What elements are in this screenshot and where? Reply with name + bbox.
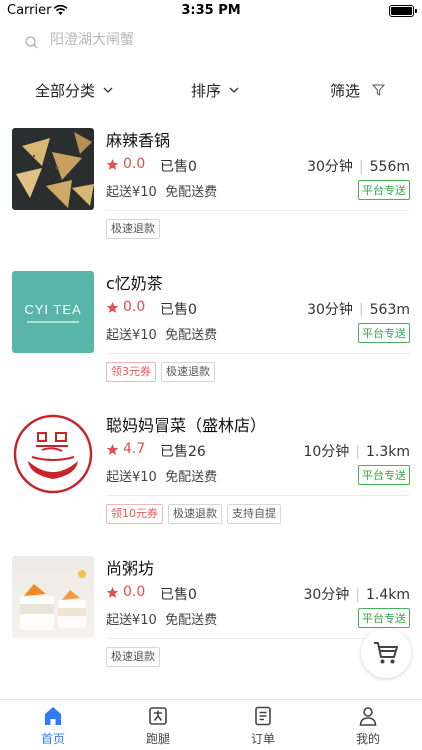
delivery-time: 30分钟 <box>307 159 353 175</box>
sort-filter[interactable]: 排序 <box>191 76 239 104</box>
category-filter-label: 全部分类 <box>35 81 96 100</box>
platform-delivery-badge: 平台专送 <box>358 608 410 628</box>
delivery-terms: 起送¥10 免配送费 <box>106 470 218 485</box>
store-sold-count: 已售0 <box>160 159 197 175</box>
store-thumbnail <box>12 128 94 210</box>
tab-mine-label: 我的 <box>355 732 380 746</box>
platform-delivery-badge: 平台专送 <box>358 465 410 485</box>
store-name: 麻辣香锅 <box>106 131 171 150</box>
store-name: c忆奶茶 <box>106 274 163 293</box>
divider <box>106 495 410 496</box>
cart-icon <box>374 642 398 664</box>
divider <box>106 210 410 211</box>
tab-home[interactable]: 首页 <box>23 705 83 747</box>
platform-delivery-badge: 平台专送 <box>358 180 410 200</box>
delivery-terms: 起送¥10 免配送费 <box>106 613 218 628</box>
tag-self-pickup: 支持自提 <box>227 504 281 524</box>
tag-fast-refund: 极速退款 <box>168 504 222 524</box>
store-card[interactable]: 麻辣香锅 0.0 已售0 30分钟 | 556m 起送¥10 免配送费 平台专送 极… <box>0 128 422 270</box>
star-icon <box>106 444 119 455</box>
store-rating: 4.7 <box>123 441 146 457</box>
store-sold-count: 已售0 <box>160 302 197 318</box>
store-sold-count: 已售26 <box>160 444 206 460</box>
tag-fast-refund: 极速退款 <box>161 362 215 382</box>
tab-errand-label: 跑腿 <box>145 732 170 746</box>
tab-errand[interactable]: 跑腿 <box>128 705 188 747</box>
sort-filter-label: 排序 <box>191 81 222 100</box>
delivery-terms: 起送¥10 免配送费 <box>106 328 218 343</box>
store-rating: 0.0 <box>123 156 146 172</box>
store-name: 聪妈妈冒菜（盛林店） <box>106 416 267 435</box>
divider <box>106 353 410 354</box>
tab-order[interactable]: 订单 <box>233 705 293 747</box>
screen-filter[interactable]: 筛选 <box>330 76 386 104</box>
errand-icon <box>149 707 167 725</box>
distance: 1.3km <box>365 444 410 460</box>
distance: 1.4km <box>365 587 410 603</box>
funnel-icon <box>372 84 386 96</box>
logo-underline <box>27 320 79 323</box>
distance: 556m <box>369 159 410 175</box>
home-icon <box>45 707 61 725</box>
platform-delivery-badge: 平台专送 <box>358 323 410 343</box>
cart-button[interactable] <box>361 628 411 678</box>
coupon-tag[interactable]: 领10元券 <box>106 504 163 524</box>
store-time-distance: 30分钟 | 563m <box>307 302 410 318</box>
tab-home-label: 首页 <box>40 732 65 746</box>
search-input[interactable] <box>50 32 350 48</box>
store-thumbnail <box>12 556 94 638</box>
tab-mine[interactable]: 我的 <box>338 705 398 747</box>
store-sold-count: 已售0 <box>160 587 197 603</box>
search-icon <box>25 36 38 49</box>
delivery-time: 10分钟 <box>303 444 350 460</box>
star-icon <box>106 587 119 598</box>
profile-icon <box>359 707 377 726</box>
star-icon <box>106 159 119 170</box>
store-rating: 0.0 <box>123 584 146 600</box>
status-time: 3:35 PM <box>181 3 241 18</box>
tab-bar: 首页 跑腿 订单 我的 <box>0 699 422 750</box>
store-time-distance: 10分钟 | 1.3km <box>303 444 410 460</box>
store-logo-text: CYI TEA <box>24 301 82 317</box>
screen-filter-label: 筛选 <box>330 81 361 100</box>
category-filter[interactable]: 全部分类 <box>35 76 113 104</box>
store-card[interactable]: CYI TEA c忆奶茶 0.0 已售0 30分钟 | 563m 起送¥10 免配送… <box>0 271 422 413</box>
search-bar[interactable] <box>22 30 400 56</box>
distance: 563m <box>369 302 410 318</box>
store-rating: 0.0 <box>123 299 146 315</box>
store-tags: 领3元券 极速退款 <box>106 362 220 382</box>
delivery-terms: 起送¥10 免配送费 <box>106 185 218 200</box>
store-time-distance: 30分钟 | 1.4km <box>303 587 410 603</box>
chevron-down-icon <box>229 87 239 93</box>
store-card[interactable]: 尚粥坊 0.0 已售0 30分钟 | 1.4km 起送¥10 免配送费 平台专送 极… <box>0 556 422 698</box>
store-tags: 极速退款 <box>106 219 165 239</box>
battery-icon <box>389 5 417 17</box>
store-tags: 领10元券 极速退款 支持自提 <box>106 504 286 524</box>
tab-order-label: 订单 <box>250 732 275 746</box>
star-icon <box>106 302 119 313</box>
chevron-down-icon <box>103 87 113 93</box>
order-icon <box>255 706 271 726</box>
store-name: 尚粥坊 <box>106 559 155 578</box>
delivery-time: 30分钟 <box>303 587 350 603</box>
store-time-distance: 30分钟 | 556m <box>307 159 410 175</box>
store-thumbnail: CYI TEA <box>12 271 94 353</box>
filter-bar: 全部分类 排序 筛选 <box>0 76 422 106</box>
tag-fast-refund: 极速退款 <box>106 647 160 667</box>
status-bar: Carrier 3:35 PM <box>0 0 422 22</box>
delivery-time: 30分钟 <box>307 302 353 318</box>
store-thumbnail <box>12 413 94 495</box>
store-tags: 极速退款 <box>106 647 165 667</box>
store-card[interactable]: 聪妈妈冒菜（盛林店） 4.7 已售26 10分钟 | 1.3km 起送¥10 免配送… <box>0 413 422 555</box>
coupon-tag[interactable]: 领3元券 <box>106 362 156 382</box>
tag-fast-refund: 极速退款 <box>106 219 160 239</box>
